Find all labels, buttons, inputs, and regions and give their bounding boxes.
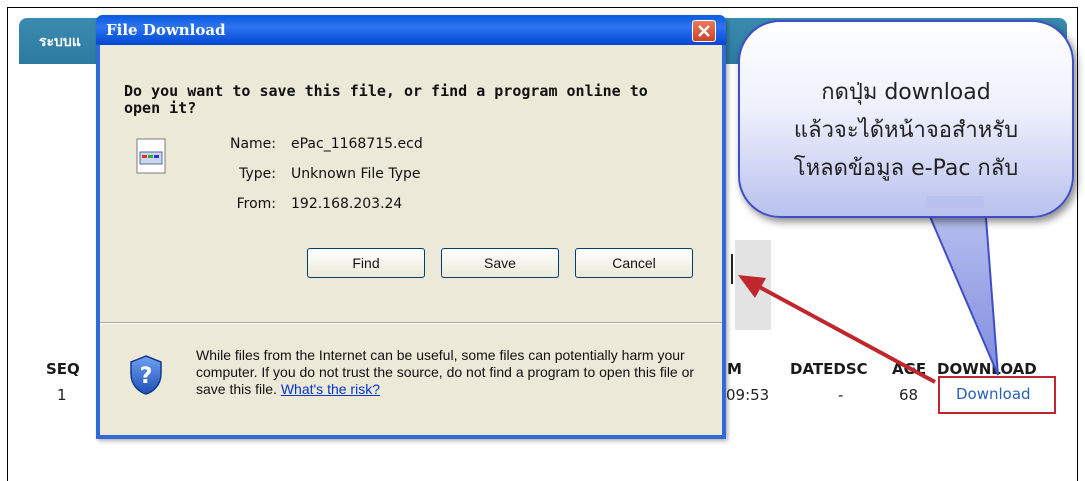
dialog-titlebar[interactable]: File Download: [96, 15, 726, 45]
file-icon: [136, 138, 166, 174]
type-value: Unknown File Type: [291, 166, 421, 182]
whats-the-risk-link[interactable]: What's the risk?: [281, 381, 380, 397]
dialog-divider: [100, 322, 722, 324]
save-button[interactable]: Save: [441, 248, 559, 278]
name-value: ePac_1168715.ecd: [291, 136, 423, 152]
close-icon: [698, 25, 710, 37]
find-button[interactable]: Find: [307, 248, 425, 278]
close-button[interactable]: [692, 20, 716, 42]
cancel-button[interactable]: Cancel: [575, 248, 693, 278]
type-label: Type:: [239, 166, 276, 182]
shield-question-icon: ?: [130, 355, 162, 395]
warning-text: While files from the Internet can be use…: [196, 347, 695, 397]
from-value: 192.168.203.24: [291, 196, 403, 212]
from-label: From:: [236, 196, 276, 212]
svg-text:?: ?: [140, 364, 153, 389]
security-warning: While files from the Internet can be use…: [196, 347, 716, 398]
dialog-question: Do you want to save this file, or find a…: [124, 82, 648, 117]
name-label: Name:: [229, 136, 276, 152]
dialog-title: File Download: [106, 21, 226, 39]
